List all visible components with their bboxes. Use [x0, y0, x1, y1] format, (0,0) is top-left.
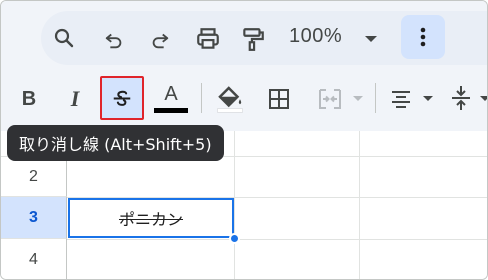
text-color-letter: A	[164, 83, 178, 105]
italic-icon[interactable]: I	[61, 85, 89, 113]
more-options-icon	[416, 25, 430, 49]
column-gridline	[234, 131, 235, 279]
align-dropdown-icon[interactable]	[421, 94, 435, 104]
fill-handle[interactable]	[229, 233, 240, 244]
zoom-level[interactable]: 100%	[289, 25, 342, 48]
merge-cells-icon[interactable]	[315, 85, 345, 113]
search-icon[interactable]	[51, 25, 77, 51]
vertical-align-icon[interactable]	[447, 83, 475, 113]
row-header-3[interactable]: 3	[1, 197, 67, 239]
print-icon[interactable]	[194, 25, 222, 53]
zoom-dropdown-icon[interactable]	[363, 31, 379, 47]
text-color-swatch	[154, 108, 188, 113]
align-icon[interactable]	[387, 85, 415, 113]
merge-dropdown-icon[interactable]	[351, 94, 365, 104]
paint-format-icon[interactable]	[239, 25, 267, 53]
bold-icon[interactable]: B	[15, 85, 43, 113]
column-gridline	[359, 131, 360, 279]
toolbar-separator	[201, 83, 202, 113]
main-toolbar: 100%	[1, 1, 487, 65]
fill-color-icon[interactable]	[213, 81, 247, 115]
row-header-2[interactable]: 2	[1, 157, 67, 197]
vertical-align-dropdown-icon[interactable]	[479, 94, 487, 104]
strikethrough-button[interactable]	[100, 76, 144, 120]
borders-icon[interactable]	[265, 85, 293, 113]
spreadsheet-window: 100% B I A 2 3 4 ポニカン 取り消し線 (Alt+Shift+5…	[0, 0, 488, 280]
row-gridline	[67, 239, 487, 240]
strikethrough-icon	[110, 86, 134, 110]
active-cell-b3[interactable]: ポニカン	[68, 198, 234, 238]
text-color-icon[interactable]: A	[153, 81, 189, 115]
strikethrough-tooltip: 取り消し線 (Alt+Shift+5)	[7, 125, 224, 161]
toolbar-separator	[375, 83, 376, 113]
cell-value: ポニカン	[118, 210, 183, 229]
row-header-4[interactable]: 4	[1, 239, 67, 279]
more-options-button[interactable]	[401, 15, 445, 59]
redo-icon[interactable]	[147, 27, 173, 53]
undo-icon[interactable]	[101, 27, 127, 53]
